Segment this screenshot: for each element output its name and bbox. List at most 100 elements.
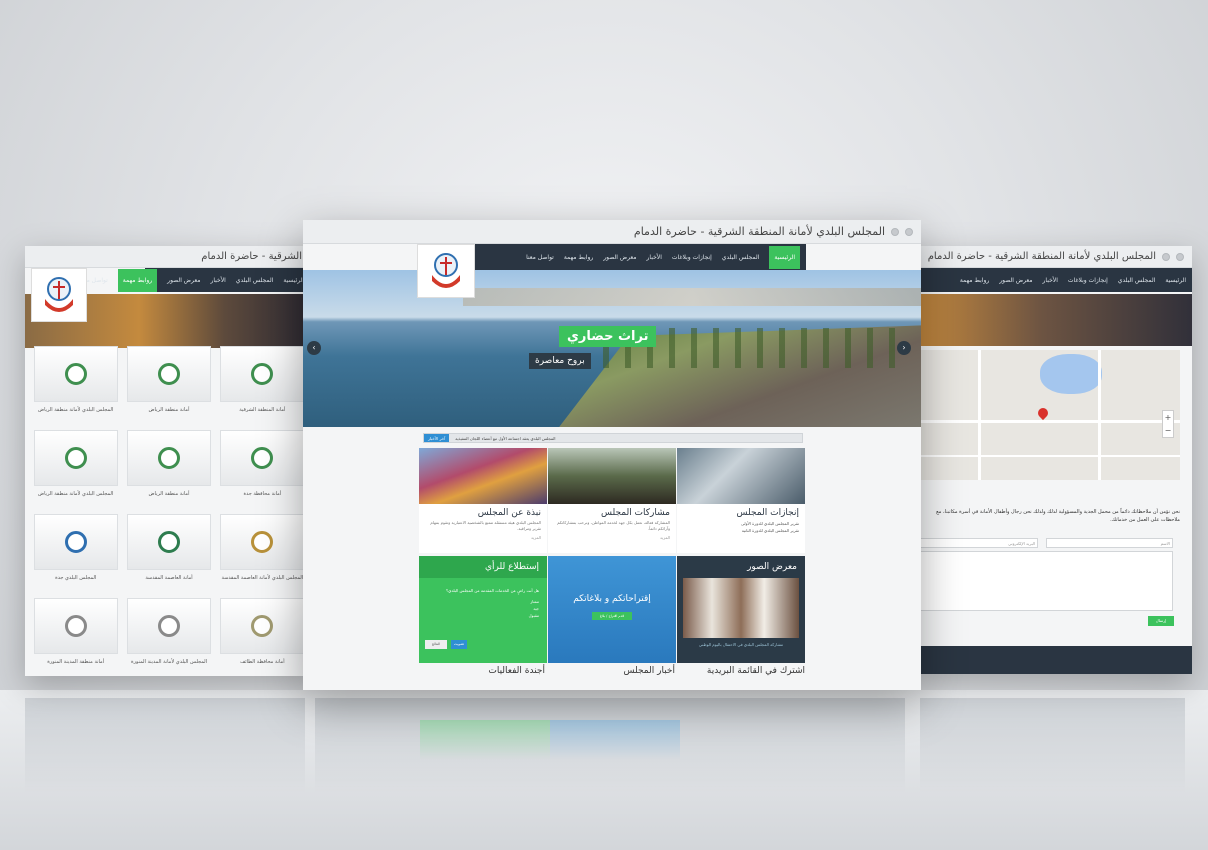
link-tile[interactable]: أمانة محافظة جدة	[220, 430, 305, 510]
link-tile[interactable]: أمانة منطقة الرياض	[126, 430, 212, 510]
links-grid: أمانة المنطقة الشرقية أمانة منطقة الرياض…	[33, 346, 305, 676]
newsletter-title: اشترك في القائمة البريدية	[706, 666, 805, 676]
emblem-icon	[64, 363, 87, 385]
link-tile[interactable]: المجلس البلدي لأمانة منطقة الرياض	[33, 430, 118, 510]
titlebar: المجلس البلدي لأمانة المنطقة الشرقية - ح…	[918, 246, 1192, 268]
poll-option[interactable]: مقبول	[419, 612, 547, 619]
left-browser-window: الشرقية - حاضرة الدمام الرئيسية المجلس ا…	[25, 246, 310, 676]
window-dot-icon[interactable]	[1162, 252, 1170, 261]
nav-item[interactable]: روابط مهمة	[960, 277, 989, 284]
emblem-icon	[251, 447, 274, 469]
hero-slider	[303, 270, 921, 427]
emblem-icon	[64, 615, 87, 637]
emblem-icon	[158, 363, 181, 385]
nav-item[interactable]: الرئيسية	[283, 277, 304, 284]
nav-item[interactable]: معرض الصور	[167, 277, 200, 284]
nav-item[interactable]: المجلس البلدي	[722, 254, 760, 261]
link-tile[interactable]: المجلس البلدي لأمانة منطقة الرياض	[33, 346, 118, 426]
map-pin-icon[interactable]	[1035, 405, 1051, 421]
nav-item[interactable]: المجلس البلدي	[1118, 277, 1156, 284]
nav-item[interactable]: معرض الصور	[603, 254, 636, 261]
card-title[interactable]: نبذة عن المجلس	[419, 504, 547, 520]
suggestions-panel: إقتراحاتكم و بلاغاتكم قدم اقتراح / بلاغ	[548, 556, 676, 663]
tile-caption: المجلس البلدي لأمانة العاصمة المقدسة	[221, 575, 304, 581]
emblem-icon	[45, 277, 73, 312]
link-tile[interactable]: أمانة محافظة الطائف	[220, 598, 305, 676]
nav-item[interactable]: الأخبار	[647, 254, 662, 261]
map-road	[978, 350, 981, 480]
emblem-icon	[251, 531, 274, 553]
tile-caption: المجلس البلدي لأمانة منطقة الرياض	[38, 491, 114, 497]
ticker-label: آخر الأخبار	[424, 434, 450, 442]
footer	[918, 646, 1192, 674]
slide-subtitle: بروح معاصرة	[529, 353, 591, 369]
tile-caption: أمانة العاصمة المقدسة	[145, 575, 193, 581]
link-tile[interactable]: المجلس البلدي لأمانة العاصمة المقدسة	[220, 514, 305, 594]
name-field[interactable]: الاسم	[1046, 538, 1173, 548]
emblem-icon	[64, 531, 87, 553]
poll-option[interactable]: جيد	[419, 605, 547, 612]
nav-item[interactable]: معرض الصور	[999, 277, 1032, 284]
achievement-link[interactable]: تقرير المجلس البلدي للدورة الثانية	[677, 527, 805, 534]
link-tile[interactable]: أمانة منطقة الرياض	[126, 346, 212, 426]
ticker-text[interactable]: المجلس البلدي يعقد اجتماعه الأول مع أعضا…	[449, 436, 561, 441]
link-tile[interactable]: أمانة العاصمة المقدسة	[126, 514, 212, 594]
poll-option[interactable]: ممتاز	[419, 598, 547, 605]
window-dot-icon[interactable]	[891, 227, 899, 236]
poll-vote-button[interactable]: تصويت	[451, 640, 467, 649]
window-dot-icon[interactable]	[1176, 252, 1184, 261]
link-tile[interactable]: أمانة منطقة المدينة المنورة	[33, 598, 118, 676]
more-link[interactable]: المزيد	[548, 532, 676, 543]
suggestions-title: إقتراحاتكم و بلاغاتكم	[573, 594, 651, 604]
tile-caption: المجلس البلدي لأمانة المدينة المنورة	[130, 659, 208, 665]
slide-title: تراث حضاري	[559, 326, 657, 347]
message-field[interactable]	[918, 551, 1173, 611]
nav-item[interactable]: الرئيسية	[1165, 277, 1186, 284]
email-field[interactable]: البريد الإلكتروني	[918, 538, 1038, 548]
gallery-caption: مشاركة المجلس البلدي في الاحتفال باليوم …	[698, 642, 784, 647]
nav-item[interactable]: المجلس البلدي	[236, 277, 274, 284]
emblem-icon	[251, 363, 274, 385]
tile-caption: أمانة منطقة الرياض	[148, 491, 190, 497]
window-title: المجلس البلدي لأمانة المنطقة الشرقية - ح…	[633, 225, 885, 238]
slider-prev-icon[interactable]: ‹	[307, 341, 321, 355]
card-title[interactable]: مشاركات المجلس	[548, 504, 676, 520]
card-image	[548, 448, 676, 504]
logo[interactable]	[417, 244, 475, 298]
hero-image	[918, 294, 1192, 346]
poll-results-button[interactable]: النتائج	[425, 640, 447, 649]
nav-item[interactable]: إنجازات وبلاغات	[1068, 277, 1108, 284]
emblem-icon	[64, 447, 87, 469]
link-tile[interactable]: أمانة المنطقة الشرقية	[220, 346, 305, 426]
emblem-icon	[158, 615, 181, 637]
achievement-link[interactable]: تقرير المجلس البلدي للدورة الأولى	[677, 520, 805, 527]
nav-item[interactable]: إنجازات وبلاغات	[672, 254, 712, 261]
tile-caption: أمانة محافظة جدة	[243, 491, 282, 497]
nav-item-active[interactable]: روابط مهمة	[117, 268, 158, 292]
map-road	[918, 455, 1180, 457]
logo[interactable]	[31, 268, 87, 322]
nav-item[interactable]: روابط مهمة	[564, 254, 593, 261]
nav-item[interactable]: الأخبار	[1043, 277, 1058, 284]
more-link[interactable]: المزيد	[419, 532, 547, 543]
nav-item[interactable]: تواصل معنا	[526, 254, 554, 261]
tile-caption: أمانة منطقة الرياض	[148, 407, 190, 413]
gallery-title: معرض الصور	[747, 562, 797, 572]
suggest-button[interactable]: قدم اقتراح / بلاغ	[592, 612, 632, 620]
card-title[interactable]: إنجازات المجلس	[677, 504, 805, 520]
slider-next-icon[interactable]: ›	[897, 341, 911, 355]
location-map[interactable]: + −	[918, 350, 1180, 480]
send-button[interactable]: إرسال	[1148, 616, 1174, 626]
window-dot-icon[interactable]	[905, 227, 913, 236]
nav-item-active[interactable]: الرئيسية	[769, 245, 800, 269]
titlebar: الشرقية - حاضرة الدمام	[25, 246, 310, 268]
link-tile[interactable]: المجلس البلدي جدة	[33, 514, 118, 594]
nav-item[interactable]: الأخبار	[210, 277, 225, 284]
slider-image-skyline	[463, 288, 921, 306]
poll-question: هل أنت راضٍ عن الخدمات المقدمة من المجلس…	[445, 588, 539, 593]
card-text: المجلس البلدي هيئة مستقلة تتمتع بالشخصية…	[430, 520, 541, 531]
achievements-card: إنجازات المجلس تقرير المجلس البلدي للدور…	[677, 448, 805, 553]
gallery-image[interactable]	[683, 578, 799, 638]
link-tile[interactable]: المجلس البلدي لأمانة المدينة المنورة	[126, 598, 212, 676]
map-zoom-control[interactable]: + −	[1162, 410, 1174, 438]
